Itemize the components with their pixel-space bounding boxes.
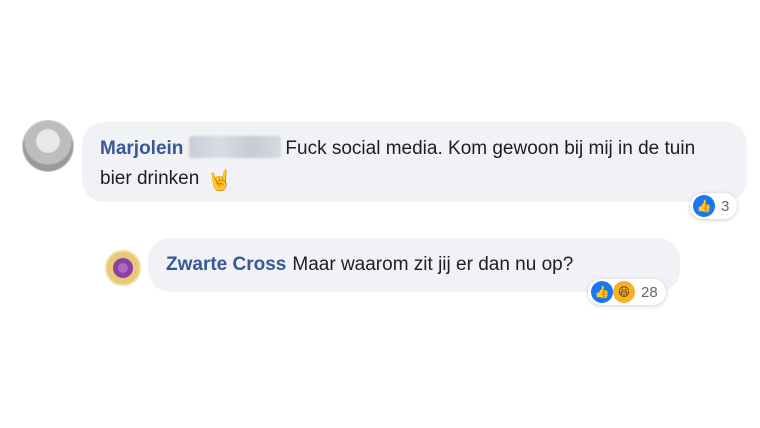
rock-hand-emoji-icon: 🤘	[207, 170, 233, 192]
haha-icon: 😆	[613, 281, 635, 303]
reactions-badge[interactable]: 👍 😆 28	[588, 279, 666, 305]
blurred-surname	[189, 136, 282, 158]
comment-text: Maar waarom zit jij er dan nu op?	[292, 254, 574, 275]
like-icon: 👍	[591, 281, 613, 303]
avatar[interactable]	[105, 250, 141, 286]
like-icon: 👍	[693, 195, 715, 217]
author-name[interactable]: Marjolein	[100, 138, 183, 159]
logo-icon	[113, 258, 133, 278]
author-name[interactable]: Zwarte Cross	[166, 254, 286, 275]
reactions-badge[interactable]: 👍 3	[690, 193, 738, 219]
reaction-count: 28	[641, 283, 658, 301]
reaction-count: 3	[721, 197, 730, 215]
comment-bubble: Marjolein Fuck social media. Kom gewoon b…	[82, 122, 747, 202]
avatar[interactable]	[22, 120, 74, 172]
